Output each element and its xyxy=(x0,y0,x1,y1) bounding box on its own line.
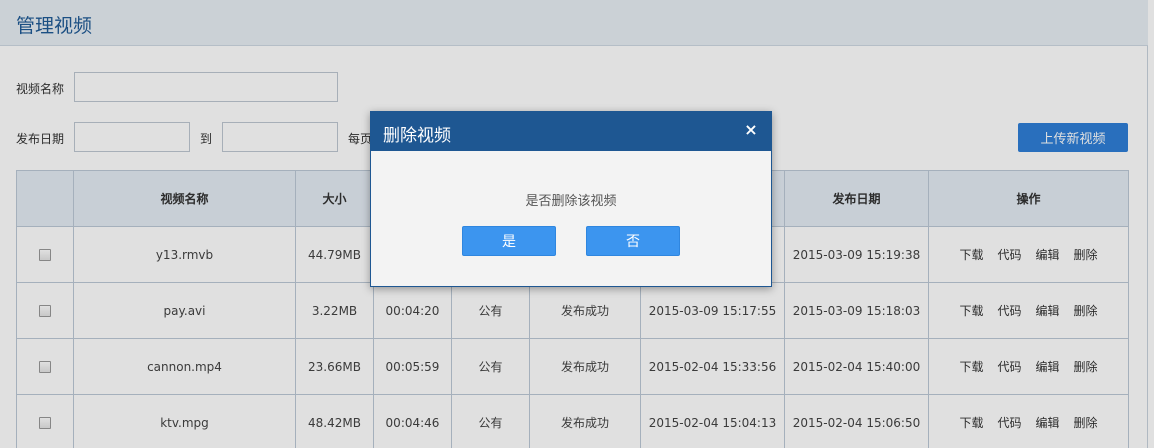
delete-video-dialog: 删除视频 × 是否删除该视频 是 否 xyxy=(370,111,772,287)
confirm-no-button[interactable]: 否 xyxy=(586,226,680,256)
dialog-title: 删除视频 xyxy=(383,126,451,146)
dialog-header: 删除视频 × xyxy=(371,112,771,151)
dialog-message: 是否删除该视频 xyxy=(525,194,617,209)
close-icon[interactable]: × xyxy=(742,121,760,139)
confirm-yes-button[interactable]: 是 xyxy=(462,226,556,256)
